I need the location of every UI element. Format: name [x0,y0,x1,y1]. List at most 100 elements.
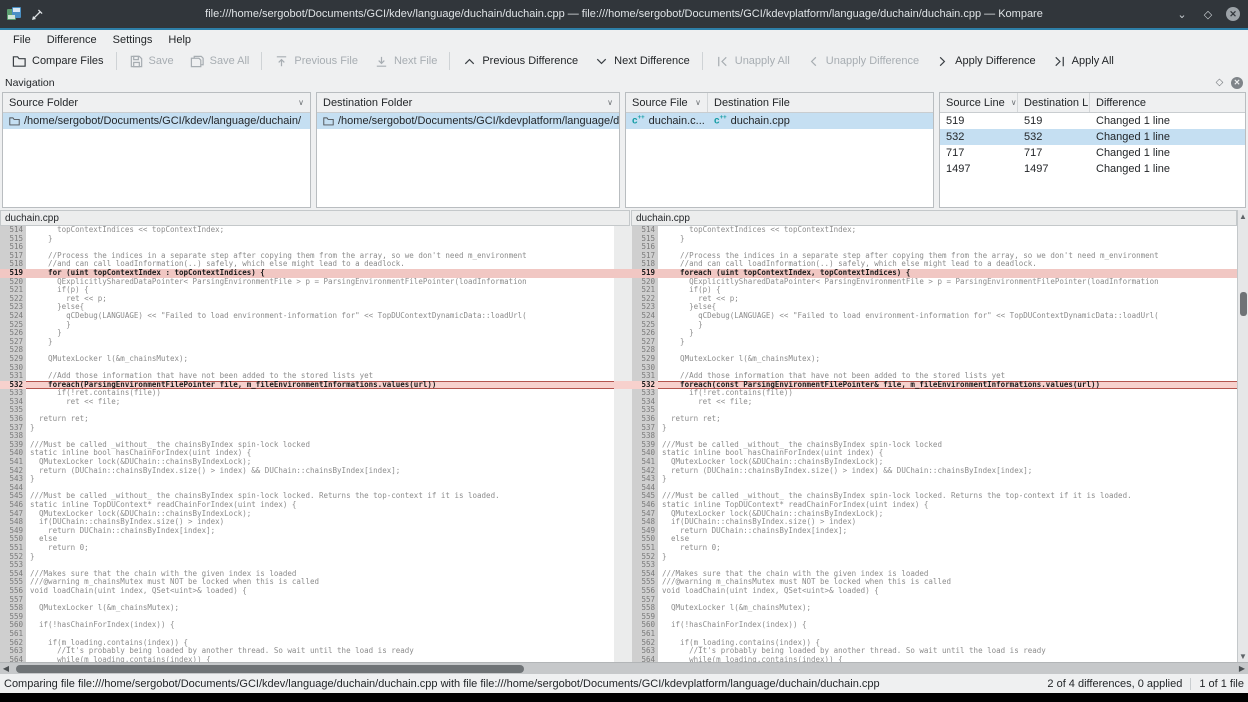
code-line: 516 [0,243,614,252]
line-text: static inline TopDUContext* readChainFor… [26,501,614,510]
line-text: QMutexLocker lock(&DUChain::chainsByInde… [658,510,1237,519]
code-line: 537} [0,424,614,433]
difference-row[interactable]: 519519Changed 1 line [940,113,1245,129]
line-text [26,406,614,415]
horizontal-scrollbar[interactable]: ◀ ▶ [0,662,1248,674]
vertical-scrollbar[interactable]: ▲ ▼ [1237,210,1248,662]
chevron-left-bar-icon [715,54,730,69]
chevron-up-icon [462,54,477,69]
code-line: 543} [0,475,614,484]
line-text: foreach(ParsingEnvironmentFilePointer fi… [26,381,614,390]
minimize-button[interactable]: ⌄ [1174,6,1190,22]
cpp-file-icon: c++ [714,115,727,126]
menu-help[interactable]: Help [161,33,198,47]
destination-line-header[interactable]: Destination Lir [1018,93,1090,112]
menu-file[interactable]: File [6,33,38,47]
code-line: 561 [632,630,1237,639]
line-text: if(!hasChainForIndex(index)) { [26,621,614,630]
code-line[interactable]: 532 foreach(const ParsingEnvironmentFile… [632,381,1237,390]
source-folder-panel: Source Folder∨ /home/sergobot/Documents/… [2,92,311,208]
line-text: return 0; [26,544,614,553]
line-text: ///Must be called _without_ the chainsBy… [26,492,614,501]
destination-file-header[interactable]: Destination File [708,93,933,112]
kompare-window: file:///home/sergobot/Documents/GCI/kdev… [0,0,1248,693]
code-line: 533 if(!ret.contains(file)) [0,389,614,398]
source-line-header[interactable]: Source Line∨ [940,93,1018,112]
close-button[interactable]: ✕ [1226,7,1240,21]
code-line: 517 //Process the indices in a separate … [632,252,1237,261]
scroll-down-icon[interactable]: ▼ [1238,650,1248,662]
code-line: 551 return 0; [632,544,1237,553]
source-pane-title: duchain.cpp [0,210,630,226]
maximize-button[interactable]: ◇ [1200,6,1216,22]
horizontal-scroll-handle[interactable] [16,665,524,673]
code-line: 556void loadChain(uint index, QSet<uint>… [632,587,1237,596]
chevron-right-bar-icon [1052,54,1067,69]
dock-close-icon[interactable]: ✕ [1231,77,1243,89]
source-code-pane[interactable]: 514 topContextIndices << topContextIndex… [0,226,614,662]
code-line: 555///@warning m_chainsMutex must NOT be… [632,578,1237,587]
code-line[interactable]: 532 foreach(ParsingEnvironmentFilePointe… [0,381,614,390]
next-difference-button[interactable]: Next Difference [586,50,698,73]
code-line[interactable]: 519 for (uint topContextIndex : topConte… [0,269,614,278]
line-text: return ret; [26,415,614,424]
vertical-scroll-handle[interactable] [1240,292,1247,316]
code-line: 551 return 0; [0,544,614,553]
destination-folder-header[interactable]: Destination Folder∨ [317,93,619,112]
difference-header[interactable]: Difference [1090,93,1245,112]
source-line-cell: 1497 [940,161,1018,177]
code-line: 515 } [0,235,614,244]
code-line: 528 [0,346,614,355]
line-text [658,346,1237,355]
line-text: } [26,235,614,244]
difference-row[interactable]: 14971497Changed 1 line [940,161,1245,177]
code-line: 555///@warning m_chainsMutex must NOT be… [0,578,614,587]
difference-row[interactable]: 532532Changed 1 line [940,129,1245,145]
destination-folder-row[interactable]: /home/sergobot/Documents/GCI/kdevplatfor… [317,113,619,129]
source-file-header[interactable]: Source File∨ [626,93,708,112]
scroll-left-icon[interactable]: ◀ [0,663,12,674]
compare-files-button[interactable]: Compare Files [4,50,112,73]
dock-float-icon[interactable]: ◇ [1213,76,1226,89]
previous-file-icon [274,54,289,69]
source-folder-row[interactable]: /home/sergobot/Documents/GCI/kdev/langua… [3,113,310,129]
line-text: qCDebug(LANGUAGE) << "Failed to load env… [658,312,1237,321]
destination-code-pane[interactable]: 514 topContextIndices << topContextIndex… [632,226,1237,662]
line-text: if(m_loading.contains(index)) { [658,639,1237,648]
cpp-file-icon: c++ [632,115,645,126]
line-text [26,243,614,252]
menu-settings[interactable]: Settings [106,33,160,47]
scroll-up-icon[interactable]: ▲ [1238,210,1248,222]
line-text: if(!ret.contains(file)) [26,389,614,398]
code-line: 521 if(p) { [0,286,614,295]
line-text: if(DUChain::chainsByIndex.size() > index… [26,518,614,527]
line-text [658,432,1237,441]
previous-difference-button[interactable]: Previous Difference [454,50,586,73]
scroll-right-icon[interactable]: ▶ [1236,663,1248,674]
line-text: } [658,329,1237,338]
line-text: QMutexLocker l(&m_chainsMutex); [658,355,1237,364]
line-text: } [658,321,1237,330]
save-button: Save [121,50,182,73]
difference-row[interactable]: 717717Changed 1 line [940,145,1245,161]
code-line[interactable]: 519 foreach (uint topContextIndex, topCo… [632,269,1237,278]
line-text: ///@warning m_chainsMutex must NOT be lo… [658,578,1237,587]
destination-line-cell: 1497 [1018,161,1090,177]
code-line: 527 } [632,338,1237,347]
code-line: 552} [632,553,1237,562]
code-line: 535 [632,406,1237,415]
destination-folder-panel: Destination Folder∨ /home/sergobot/Docum… [316,92,620,208]
apply-difference-button[interactable]: Apply Difference [927,50,1044,73]
menu-difference[interactable]: Difference [40,33,104,47]
line-text [658,596,1237,605]
file-row[interactable]: c++ duchain.c... c++ duchain.cpp [626,113,933,129]
titlebar-pin-icon[interactable] [32,9,43,20]
destination-file-name: duchain.cpp [731,115,790,127]
diff-connector-band [614,381,632,390]
code-line: 556void loadChain(uint index, QSet<uint>… [0,587,614,596]
source-folder-header[interactable]: Source Folder∨ [3,93,310,112]
code-line: 535 [0,406,614,415]
apply-all-button[interactable]: Apply All [1044,50,1122,73]
code-line: 546static inline TopDUContext* readChain… [632,501,1237,510]
code-line: 520 QExplicitlySharedDataPointer< Parsin… [632,278,1237,287]
